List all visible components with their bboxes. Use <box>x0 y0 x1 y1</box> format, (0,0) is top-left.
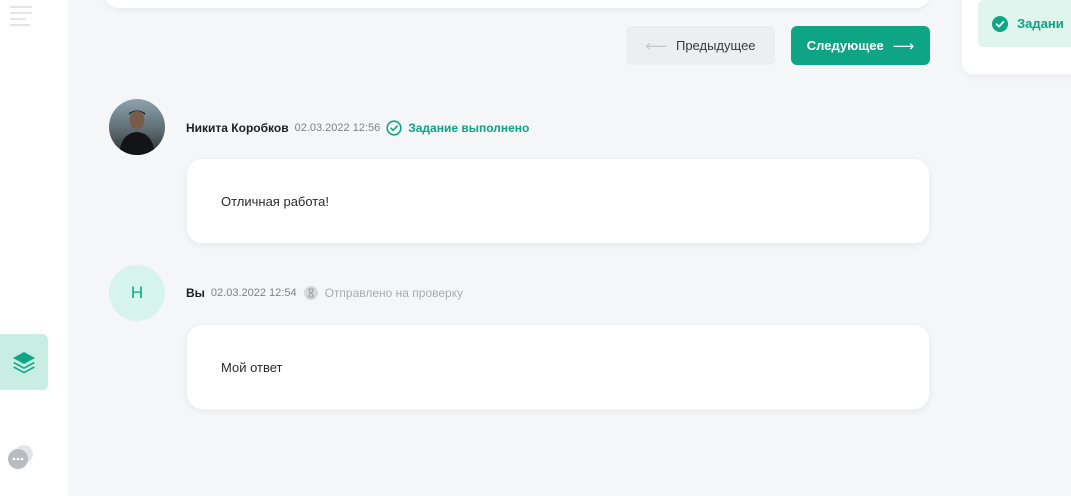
comment-author: Вы <box>186 286 205 300</box>
avatar-initial: Н <box>130 283 144 302</box>
check-circle-icon <box>992 15 1008 32</box>
comment-meta: Вы 02.03.2022 12:54 Отправлено на провер… <box>186 284 463 302</box>
check-circle-outline-icon <box>386 120 402 136</box>
avatar <box>109 99 165 155</box>
next-button-label: Следующее <box>806 38 884 53</box>
arrow-left-icon: ⟵ <box>645 37 667 55</box>
task-card <box>104 0 930 8</box>
task-status-label: Задани <box>1017 16 1064 31</box>
previous-button[interactable]: ⟵ Предыдущее <box>626 26 775 65</box>
hourglass-icon <box>303 286 318 300</box>
comment-bubble: Мой ответ <box>186 324 930 410</box>
comment-status: Отправлено на проверку <box>324 286 464 300</box>
comment-date: 02.03.2022 12:54 <box>210 287 297 299</box>
chat-bubble-icon[interactable] <box>6 442 36 472</box>
comment-author: Никита Коробков <box>186 121 289 135</box>
comment-date: 02.03.2022 12:56 <box>294 122 381 134</box>
layers-icon <box>13 352 35 374</box>
arrow-right-icon: ⟶ <box>892 37 915 55</box>
avatar: Н <box>109 265 165 321</box>
comment-text: Отличная работа! <box>221 193 329 209</box>
comment-bubble: Отличная работа! <box>186 158 930 244</box>
next-button[interactable]: Следующее ⟶ <box>791 26 930 65</box>
sidebar <box>0 0 68 496</box>
previous-button-label: Предыдущее <box>675 38 756 53</box>
task-status-pill: Задани <box>978 0 1071 47</box>
comment-meta: Никита Коробков 02.03.2022 12:56 Задание… <box>186 119 529 137</box>
comment-status: Задание выполнено <box>408 121 530 135</box>
hamburger-menu-icon[interactable] <box>10 6 32 26</box>
comment-text: Мой ответ <box>221 359 283 375</box>
layers-nav-button[interactable] <box>0 334 48 390</box>
